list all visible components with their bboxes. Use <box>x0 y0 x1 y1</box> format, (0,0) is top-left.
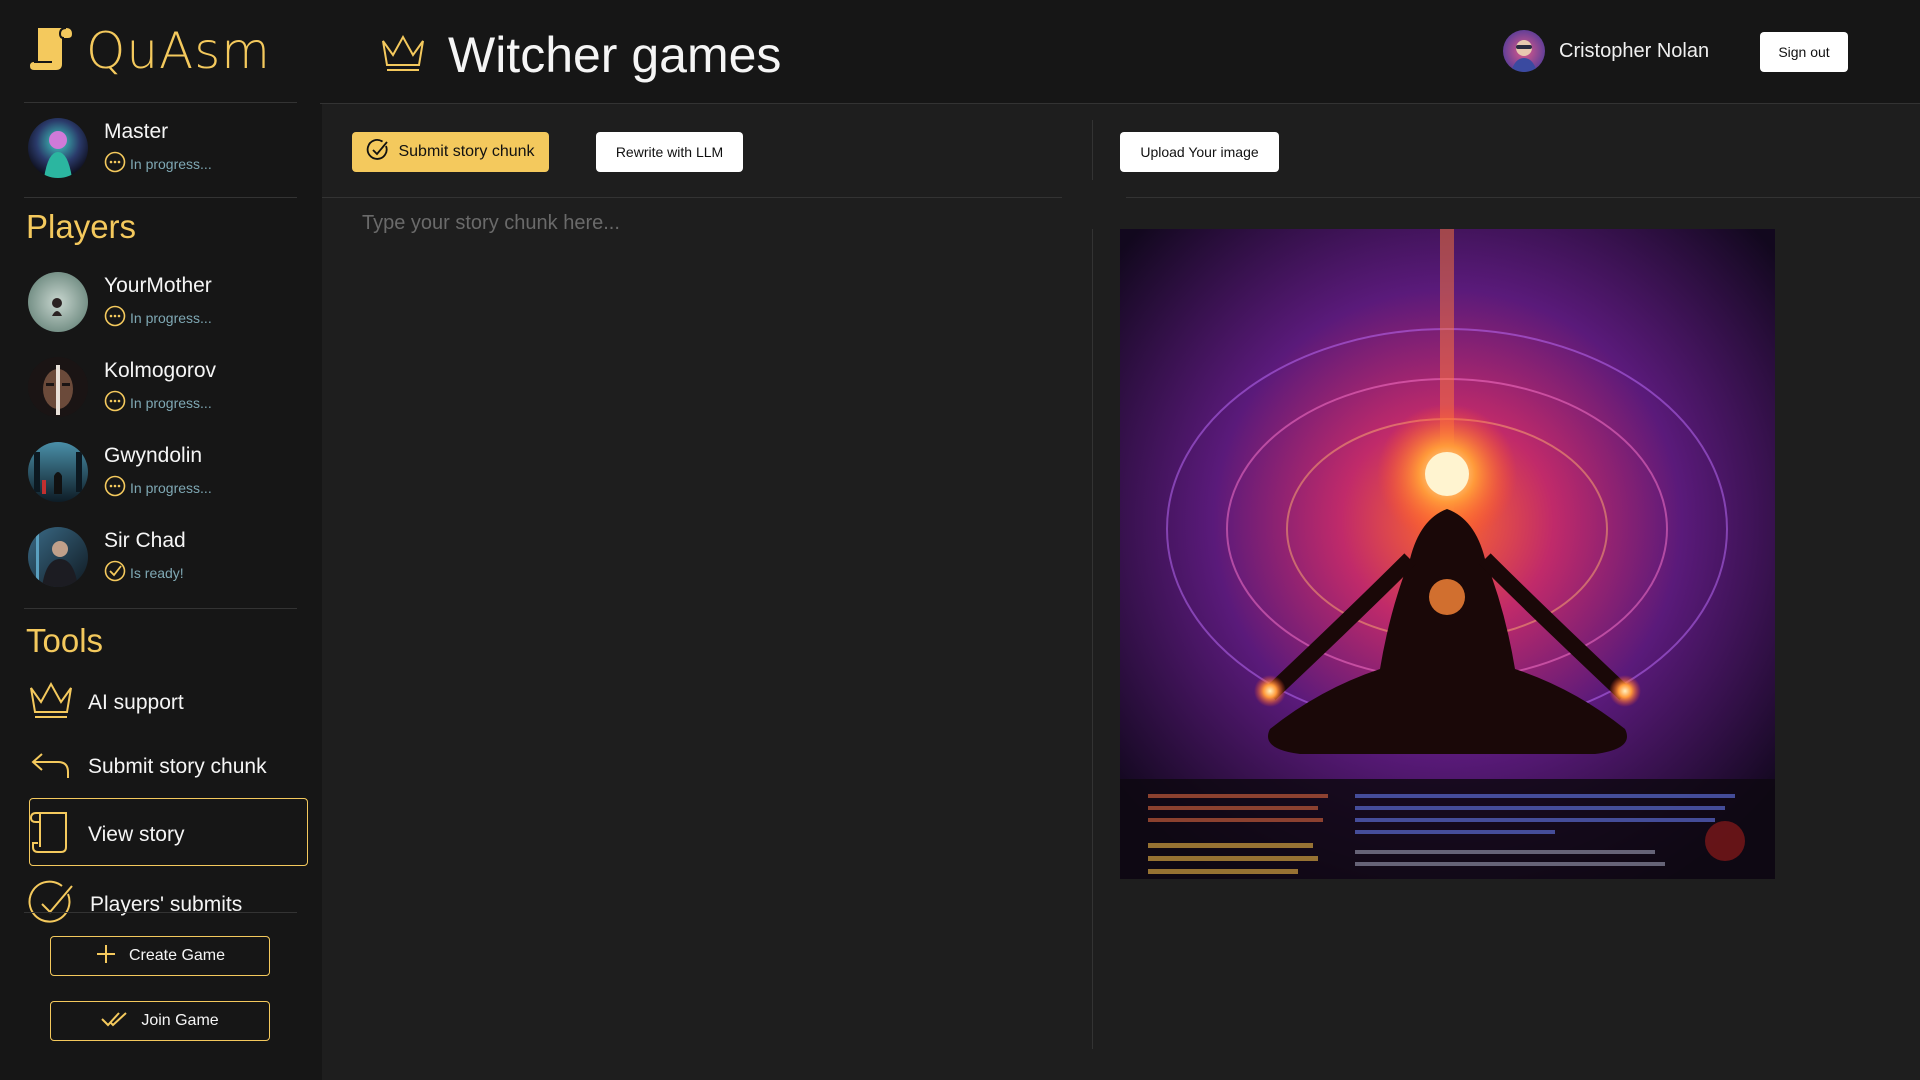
avatar <box>28 272 88 332</box>
sidebar-divider <box>24 197 297 198</box>
story-chunk-input[interactable] <box>352 212 1072 1032</box>
in-progress-icon <box>104 475 126 502</box>
avatar <box>28 527 88 587</box>
status-text: In progress... <box>130 310 212 326</box>
in-progress-icon <box>104 305 126 332</box>
page-title-group: Witcher games <box>380 26 781 84</box>
header-divider <box>320 103 1920 104</box>
crown-icon <box>380 33 426 78</box>
app-name: QuAsm <box>86 22 272 80</box>
tool-label: Players' submits <box>90 893 243 916</box>
join-game-button[interactable]: Join Game <box>50 1001 270 1041</box>
in-progress-icon <box>104 390 126 417</box>
player-card-gwyndolin[interactable]: Gwyndolin In progress... <box>28 442 212 502</box>
panel-separator <box>1092 229 1093 1049</box>
plus-icon <box>95 943 117 970</box>
editor-divider <box>322 197 1062 198</box>
scroll-icon <box>28 809 74 861</box>
player-name: Sir Chad <box>104 528 186 552</box>
sidebar-divider <box>24 102 297 103</box>
player-name: YourMother <box>104 273 212 297</box>
tool-ai-support[interactable]: AI support <box>28 680 184 726</box>
create-game-button[interactable]: Create Game <box>50 936 270 976</box>
reply-arrow-icon <box>28 744 74 790</box>
avatar <box>28 118 88 178</box>
user-name: Cristopher Nolan <box>1559 39 1710 62</box>
uploaded-image <box>1120 229 1775 879</box>
player-name: Kolmogorov <box>104 358 217 382</box>
status-text: Is ready! <box>130 565 184 581</box>
players-heading: Players <box>26 208 137 245</box>
tool-view-story[interactable]: View story <box>28 809 184 861</box>
scroll-logo-icon <box>28 24 74 79</box>
button-label: Submit story chunk <box>398 143 535 160</box>
in-progress-icon <box>104 151 126 178</box>
tool-label: View story <box>88 823 185 846</box>
check-circle-icon <box>28 880 76 930</box>
tool-players-submits[interactable]: Players' submits <box>28 880 242 930</box>
player-card-sir-chad[interactable]: Sir Chad Is ready! <box>28 527 186 587</box>
image-panel-divider <box>1126 197 1920 198</box>
check-circle-icon <box>366 138 390 167</box>
master-name: Master <box>104 119 169 143</box>
status-badge: In progress... <box>104 151 212 178</box>
player-card-kolmogorov[interactable]: Kolmogorov In progress... <box>28 357 216 417</box>
app-logo[interactable]: QuAsm <box>28 22 271 80</box>
tool-label: Submit story chunk <box>88 755 267 778</box>
player-card-yourmother[interactable]: YourMother In progress... <box>28 272 212 332</box>
rewrite-with-llm-button[interactable]: Rewrite with LLM <box>596 132 743 172</box>
tool-label: AI support <box>88 691 184 714</box>
avatar <box>28 442 88 502</box>
sidebar-divider <box>24 608 297 609</box>
tool-submit-story-chunk[interactable]: Submit story chunk <box>28 744 267 790</box>
status-badge: In progress... <box>104 475 212 502</box>
button-label: Create Game <box>128 947 226 964</box>
user-profile[interactable]: Cristopher Nolan <box>1503 30 1709 72</box>
ready-check-icon <box>104 560 126 587</box>
status-badge: In progress... <box>104 305 212 332</box>
tools-heading: Tools <box>26 622 104 659</box>
panel-separator <box>1092 120 1093 180</box>
status-text: In progress... <box>130 480 212 496</box>
master-card[interactable]: Master In progress... <box>28 118 212 178</box>
sidebar-divider <box>24 912 297 913</box>
player-name: Gwyndolin <box>104 443 203 467</box>
submit-story-chunk-button[interactable]: Submit story chunk <box>352 132 549 172</box>
double-check-icon <box>101 1010 129 1033</box>
status-text: In progress... <box>130 395 212 411</box>
upload-image-button[interactable]: Upload Your image <box>1120 132 1279 172</box>
avatar <box>28 357 88 417</box>
crown-icon <box>28 680 74 726</box>
status-badge: Is ready! <box>104 560 186 587</box>
status-badge: In progress... <box>104 390 216 417</box>
avatar <box>1503 30 1545 72</box>
page-title: Witcher games <box>448 27 782 83</box>
sign-out-button[interactable]: Sign out <box>1760 32 1848 72</box>
button-label: Join Game <box>141 1012 219 1029</box>
status-text: In progress... <box>130 156 212 172</box>
